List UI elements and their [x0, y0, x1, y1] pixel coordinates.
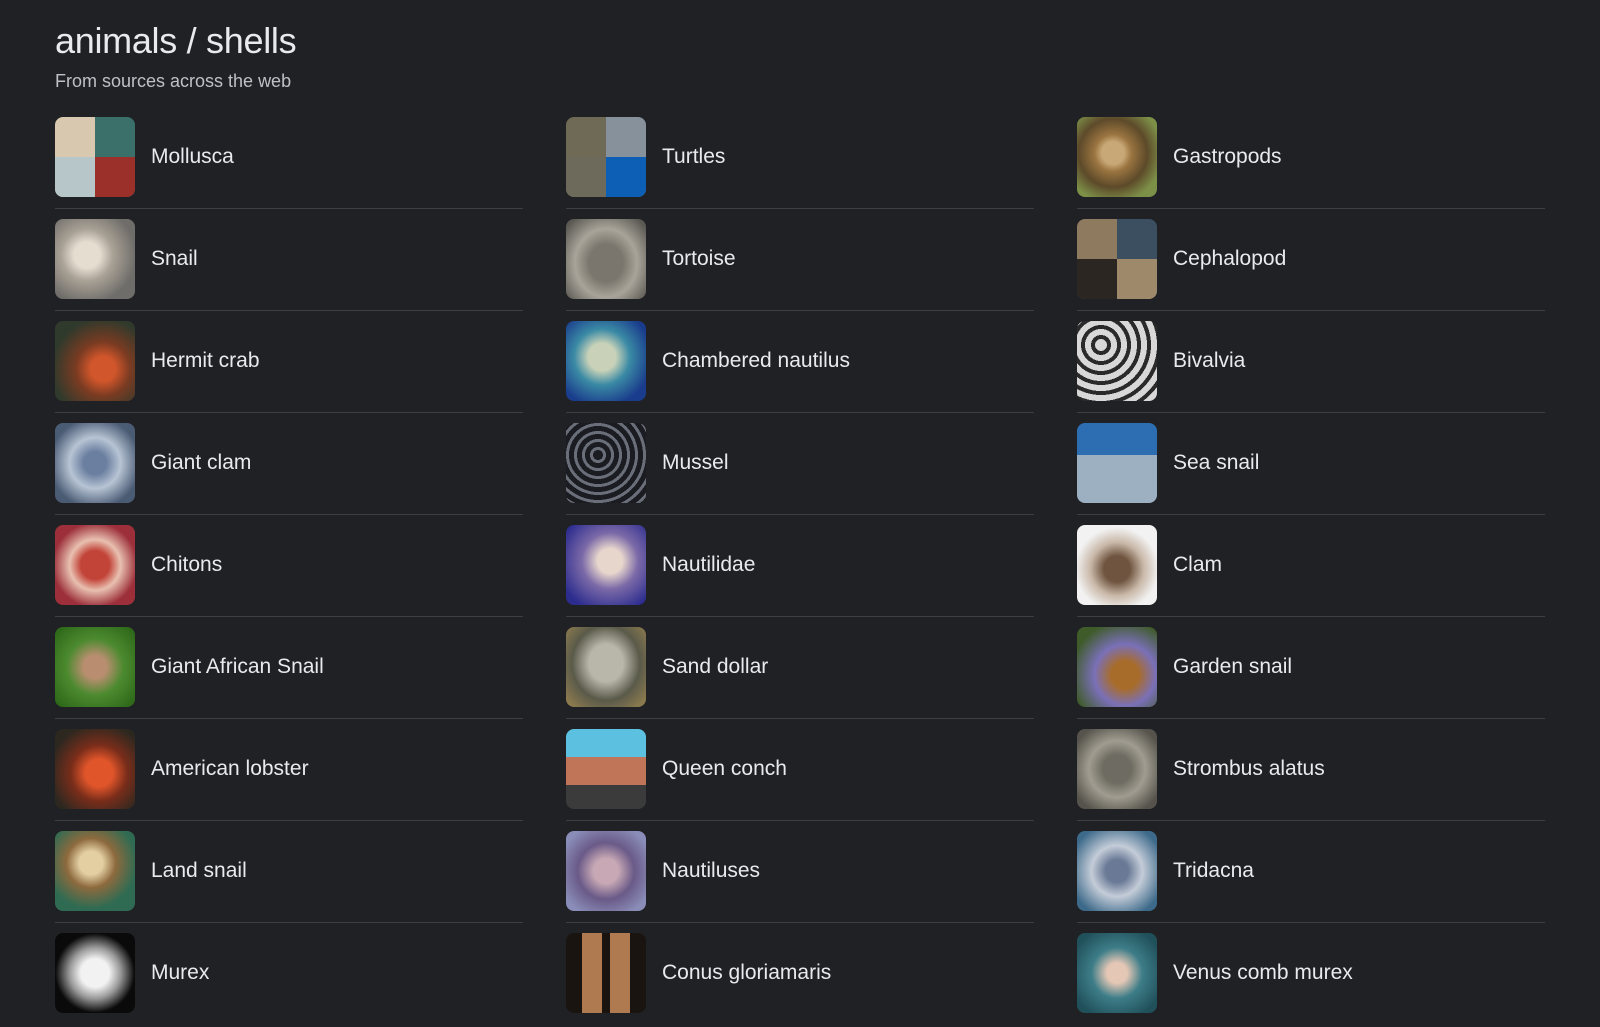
results-column: Gastropods Cephalopod Bivalvia Sea snail Cla… [1077, 117, 1545, 1027]
thumbnail-image [1077, 321, 1157, 401]
list-item-label: Sea snail [1173, 451, 1260, 474]
thumbnail-image [55, 219, 135, 299]
thumbnail-image [55, 627, 135, 707]
list-item-label: Cephalopod [1173, 247, 1287, 270]
list-item-label: Chitons [151, 553, 223, 576]
list-item[interactable]: Sea snail [1077, 423, 1545, 525]
results-grid: Mollusca Snail Hermit crab Giant clam Chiton… [55, 117, 1545, 1027]
list-item-label: Garden snail [1173, 655, 1293, 678]
list-item[interactable]: Gastropods [1077, 117, 1545, 219]
page-subtitle: From sources across the web [55, 71, 292, 91]
list-item-label: Nautilidae [662, 553, 756, 576]
list-item[interactable]: Tridacna [1077, 831, 1545, 933]
thumbnail-image [55, 831, 135, 911]
thumbnail-image [566, 831, 646, 911]
list-item[interactable]: Cephalopod [1077, 219, 1545, 321]
thumbnail-image [1077, 831, 1157, 911]
list-item-label: Snail [151, 247, 198, 270]
thumbnail-image [566, 933, 646, 1013]
list-item-label: American lobster [151, 757, 309, 780]
list-item-label: Conus gloriamaris [662, 961, 832, 984]
list-item[interactable]: Hermit crab [55, 321, 523, 423]
list-item-label: Murex [151, 961, 210, 984]
thumbnail-image [1077, 525, 1157, 605]
thumbnail-image [55, 423, 135, 503]
list-item-label: Chambered nautilus [662, 349, 850, 372]
thumbnail-image [1077, 729, 1157, 809]
list-item-label: Strombus alatus [1173, 757, 1325, 780]
list-item-label: Sand dollar [662, 655, 769, 678]
list-item-label: Land snail [151, 859, 247, 882]
list-item[interactable]: American lobster [55, 729, 523, 831]
list-item[interactable]: Clam [1077, 525, 1545, 627]
thumbnail-image [566, 117, 646, 197]
thumbnail-image [55, 525, 135, 605]
list-item[interactable]: Chambered nautilus [566, 321, 1034, 423]
list-item[interactable]: Nautilidae [566, 525, 1034, 627]
list-item-label: Venus comb murex [1173, 961, 1353, 984]
list-item-label: Tortoise [662, 247, 736, 270]
thumbnail-image [566, 321, 646, 401]
list-item-label: Giant clam [151, 451, 252, 474]
list-item[interactable]: Mollusca [55, 117, 523, 219]
list-item[interactable]: Tortoise [566, 219, 1034, 321]
thumbnail-image [55, 117, 135, 197]
thumbnail-image [1077, 627, 1157, 707]
results-column: Mollusca Snail Hermit crab Giant clam Chiton… [55, 117, 523, 1027]
list-item[interactable]: Conus gloriamaris [566, 933, 1034, 1027]
list-item-label: Nautiluses [662, 859, 761, 882]
list-item[interactable]: Sand dollar [566, 627, 1034, 729]
thumbnail-image [566, 525, 646, 605]
list-item-label: Tridacna [1173, 859, 1254, 882]
page: animals / shells From sources across the… [0, 0, 1600, 1027]
results-column: Turtles Tortoise Chambered nautilus Mussel N… [566, 117, 1034, 1027]
thumbnail-image [55, 933, 135, 1013]
thumbnail-image [55, 729, 135, 809]
thumbnail-image [55, 321, 135, 401]
thumbnail-image [566, 219, 646, 299]
thumbnail-image [566, 423, 646, 503]
list-item[interactable]: Queen conch [566, 729, 1034, 831]
list-item-label: Queen conch [662, 757, 787, 780]
thumbnail-image [566, 627, 646, 707]
header: animals / shells From sources across the… [55, 18, 297, 93]
list-item[interactable]: Bivalvia [1077, 321, 1545, 423]
page-title: animals / shells [55, 20, 297, 61]
list-item-label: Giant African Snail [151, 655, 324, 678]
thumbnail-image [566, 729, 646, 809]
list-item-label: Clam [1173, 553, 1223, 576]
list-item[interactable]: Land snail [55, 831, 523, 933]
list-item[interactable]: Nautiluses [566, 831, 1034, 933]
list-item-label: Gastropods [1173, 145, 1282, 168]
list-item-label: Mollusca [151, 145, 234, 168]
list-item[interactable]: Venus comb murex [1077, 933, 1545, 1027]
list-item[interactable]: Giant African Snail [55, 627, 523, 729]
list-item-label: Bivalvia [1173, 349, 1246, 372]
list-item[interactable]: Giant clam [55, 423, 523, 525]
list-item-label: Hermit crab [151, 349, 260, 372]
list-item[interactable]: Strombus alatus [1077, 729, 1545, 831]
thumbnail-image [1077, 423, 1157, 503]
list-item[interactable]: Murex [55, 933, 523, 1027]
thumbnail-image [1077, 933, 1157, 1013]
list-item[interactable]: Chitons [55, 525, 523, 627]
list-item[interactable]: Garden snail [1077, 627, 1545, 729]
list-item-label: Mussel [662, 451, 729, 474]
list-item[interactable]: Mussel [566, 423, 1034, 525]
list-item-label: Turtles [662, 145, 726, 168]
thumbnail-image [1077, 219, 1157, 299]
list-item[interactable]: Snail [55, 219, 523, 321]
thumbnail-image [1077, 117, 1157, 197]
list-item[interactable]: Turtles [566, 117, 1034, 219]
